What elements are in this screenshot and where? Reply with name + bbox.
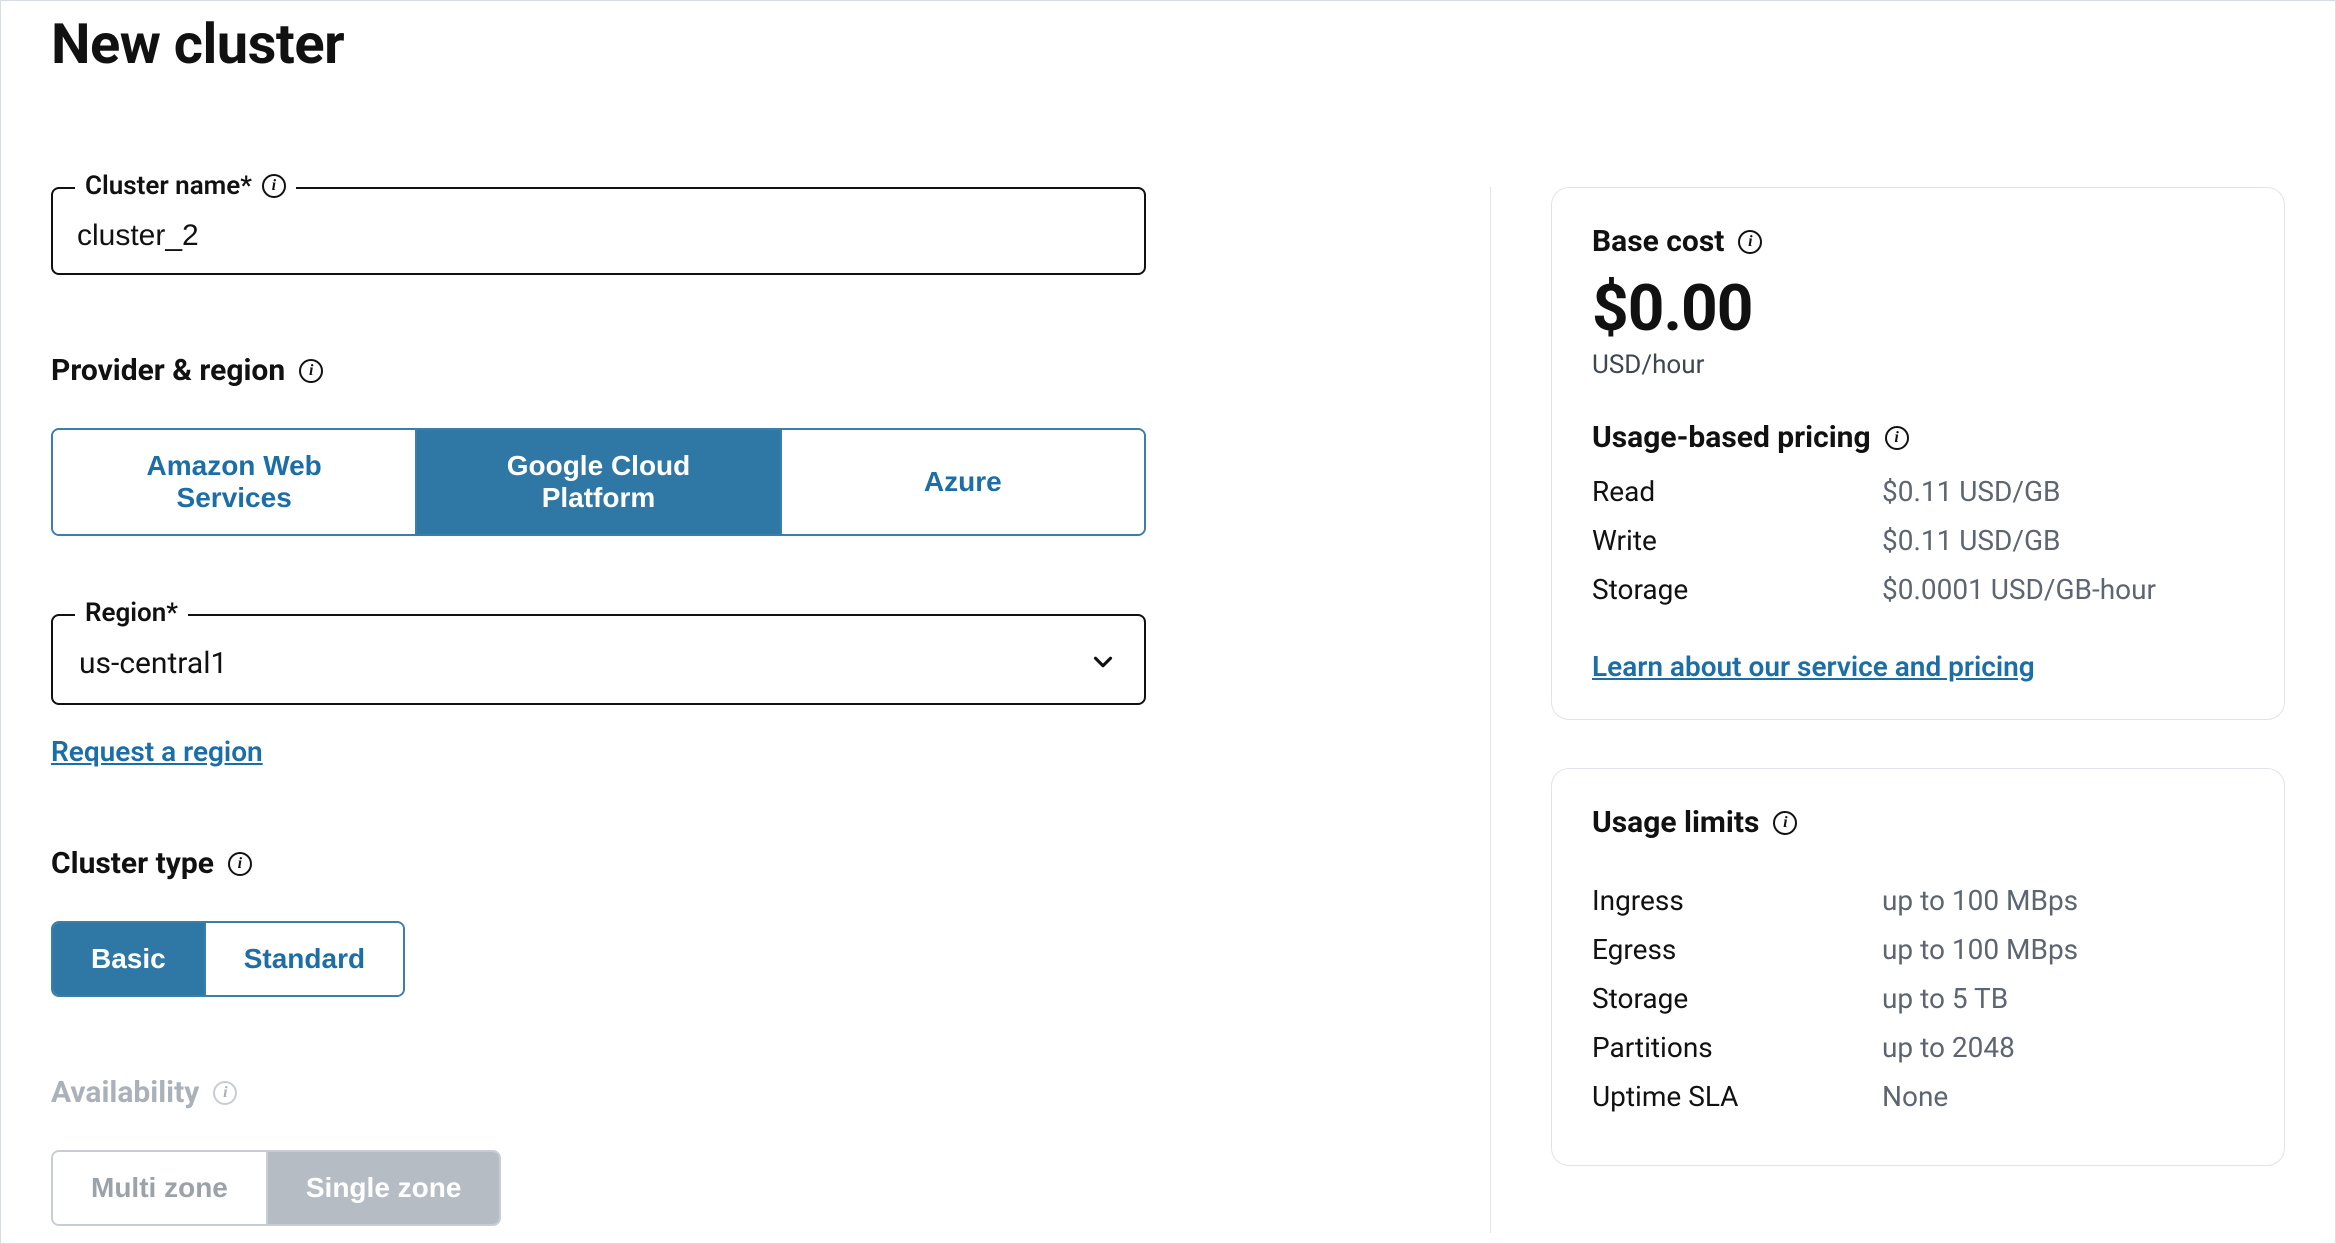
usage-pricing-heading-text: Usage-based pricing [1592, 420, 1871, 455]
info-icon[interactable]: i [1885, 426, 1909, 450]
base-cost-heading-text: Base cost [1592, 224, 1724, 259]
base-cost-price: $0.00 [1592, 271, 2244, 346]
cluster-type-segmented-control: Basic Standard [51, 921, 405, 997]
content-columns: Cluster name* i Provider & region i Amaz… [51, 187, 2285, 1233]
pricing-row-label: Read [1592, 475, 1882, 508]
info-icon[interactable]: i [262, 174, 286, 198]
limits-row-value: up to 100 MBps [1882, 884, 2078, 917]
info-icon[interactable]: i [1738, 230, 1762, 254]
limits-row-label: Ingress [1592, 884, 1882, 917]
provider-option-aws[interactable]: Amazon Web Services [53, 430, 417, 534]
availability-heading-text: Availability [51, 1075, 199, 1110]
limits-row-egress: Egress up to 100 MBps [1592, 933, 2244, 966]
pricing-row-label: Write [1592, 524, 1882, 557]
pricing-row-value: $0.0001 USD/GB-hour [1882, 573, 2156, 606]
limits-row-value: up to 100 MBps [1882, 933, 2078, 966]
cluster-type-heading: Cluster type i [51, 846, 1450, 881]
cluster-type-basic[interactable]: Basic [53, 923, 206, 995]
info-icon[interactable]: i [228, 852, 252, 876]
region-label: Region* [75, 598, 188, 628]
provider-option-gcp[interactable]: Google Cloud Platform [417, 430, 781, 534]
limits-card: Usage limits i Ingress up to 100 MBps Eg… [1551, 768, 2285, 1166]
limits-row-value: None [1882, 1080, 1948, 1113]
provider-region-heading: Provider & region i [51, 353, 1450, 388]
page-title: New cluster [51, 11, 2285, 77]
limits-row-label: Partitions [1592, 1031, 1882, 1064]
usage-limits-heading-text: Usage limits [1592, 805, 1759, 840]
cluster-name-label-text: Cluster name* [85, 171, 252, 201]
chevron-down-icon [1088, 647, 1118, 681]
page-root: New cluster Cluster name* i Provider & r… [0, 0, 2336, 1244]
form-column: Cluster name* i Provider & region i Amaz… [51, 187, 1491, 1233]
cluster-type-standard[interactable]: Standard [206, 923, 403, 995]
usage-pricing-heading: Usage-based pricing i [1592, 420, 2244, 455]
region-select[interactable]: Region* us-central1 [51, 614, 1146, 705]
availability-heading: Availability i [51, 1075, 1450, 1110]
limits-row-label: Egress [1592, 933, 1882, 966]
cluster-name-label: Cluster name* i [75, 171, 296, 201]
provider-region-heading-text: Provider & region [51, 353, 285, 388]
provider-option-azure[interactable]: Azure [782, 430, 1144, 534]
pricing-row-read: Read $0.11 USD/GB [1592, 475, 2244, 508]
request-region-link[interactable]: Request a region [51, 735, 263, 768]
pricing-learn-link[interactable]: Learn about our service and pricing [1592, 650, 2035, 683]
pricing-row-write: Write $0.11 USD/GB [1592, 524, 2244, 557]
limits-row-ingress: Ingress up to 100 MBps [1592, 884, 2244, 917]
limits-row-value: up to 2048 [1882, 1031, 2015, 1064]
limits-row-partitions: Partitions up to 2048 [1592, 1031, 2244, 1064]
cluster-type-section: Cluster type i Basic Standard [51, 846, 1450, 997]
availability-section: Availability i Multi zone Single zone [51, 1075, 1450, 1226]
cluster-name-input[interactable] [77, 219, 1120, 253]
pricing-row-storage: Storage $0.0001 USD/GB-hour [1592, 573, 2244, 606]
provider-segmented-control: Amazon Web Services Google Cloud Platfor… [51, 428, 1146, 536]
limits-row-label: Storage [1592, 982, 1882, 1015]
info-icon: i [213, 1081, 237, 1105]
region-value: us-central1 [79, 646, 227, 681]
provider-region-section: Provider & region i Amazon Web Services … [51, 353, 1450, 768]
summary-column: Base cost i $0.00 USD/hour Usage-based p… [1551, 187, 2285, 1233]
cluster-name-field[interactable]: Cluster name* i [51, 187, 1146, 275]
usage-limits-heading: Usage limits i [1592, 805, 2244, 840]
pricing-row-value: $0.11 USD/GB [1882, 524, 2061, 557]
limits-row-sla: Uptime SLA None [1592, 1080, 2244, 1113]
availability-single-zone: Single zone [268, 1152, 500, 1224]
limits-row-storage: Storage up to 5 TB [1592, 982, 2244, 1015]
availability-segmented-control: Multi zone Single zone [51, 1150, 501, 1226]
limits-row-label: Uptime SLA [1592, 1080, 1882, 1113]
availability-multi-zone: Multi zone [53, 1152, 268, 1224]
cluster-type-heading-text: Cluster type [51, 846, 214, 881]
pricing-row-label: Storage [1592, 573, 1882, 606]
cost-card: Base cost i $0.00 USD/hour Usage-based p… [1551, 187, 2285, 720]
info-icon[interactable]: i [299, 359, 323, 383]
base-cost-heading: Base cost i [1592, 224, 2244, 259]
pricing-row-value: $0.11 USD/GB [1882, 475, 2061, 508]
info-icon[interactable]: i [1773, 811, 1797, 835]
limits-row-value: up to 5 TB [1882, 982, 2008, 1015]
base-cost-unit: USD/hour [1592, 350, 2244, 380]
